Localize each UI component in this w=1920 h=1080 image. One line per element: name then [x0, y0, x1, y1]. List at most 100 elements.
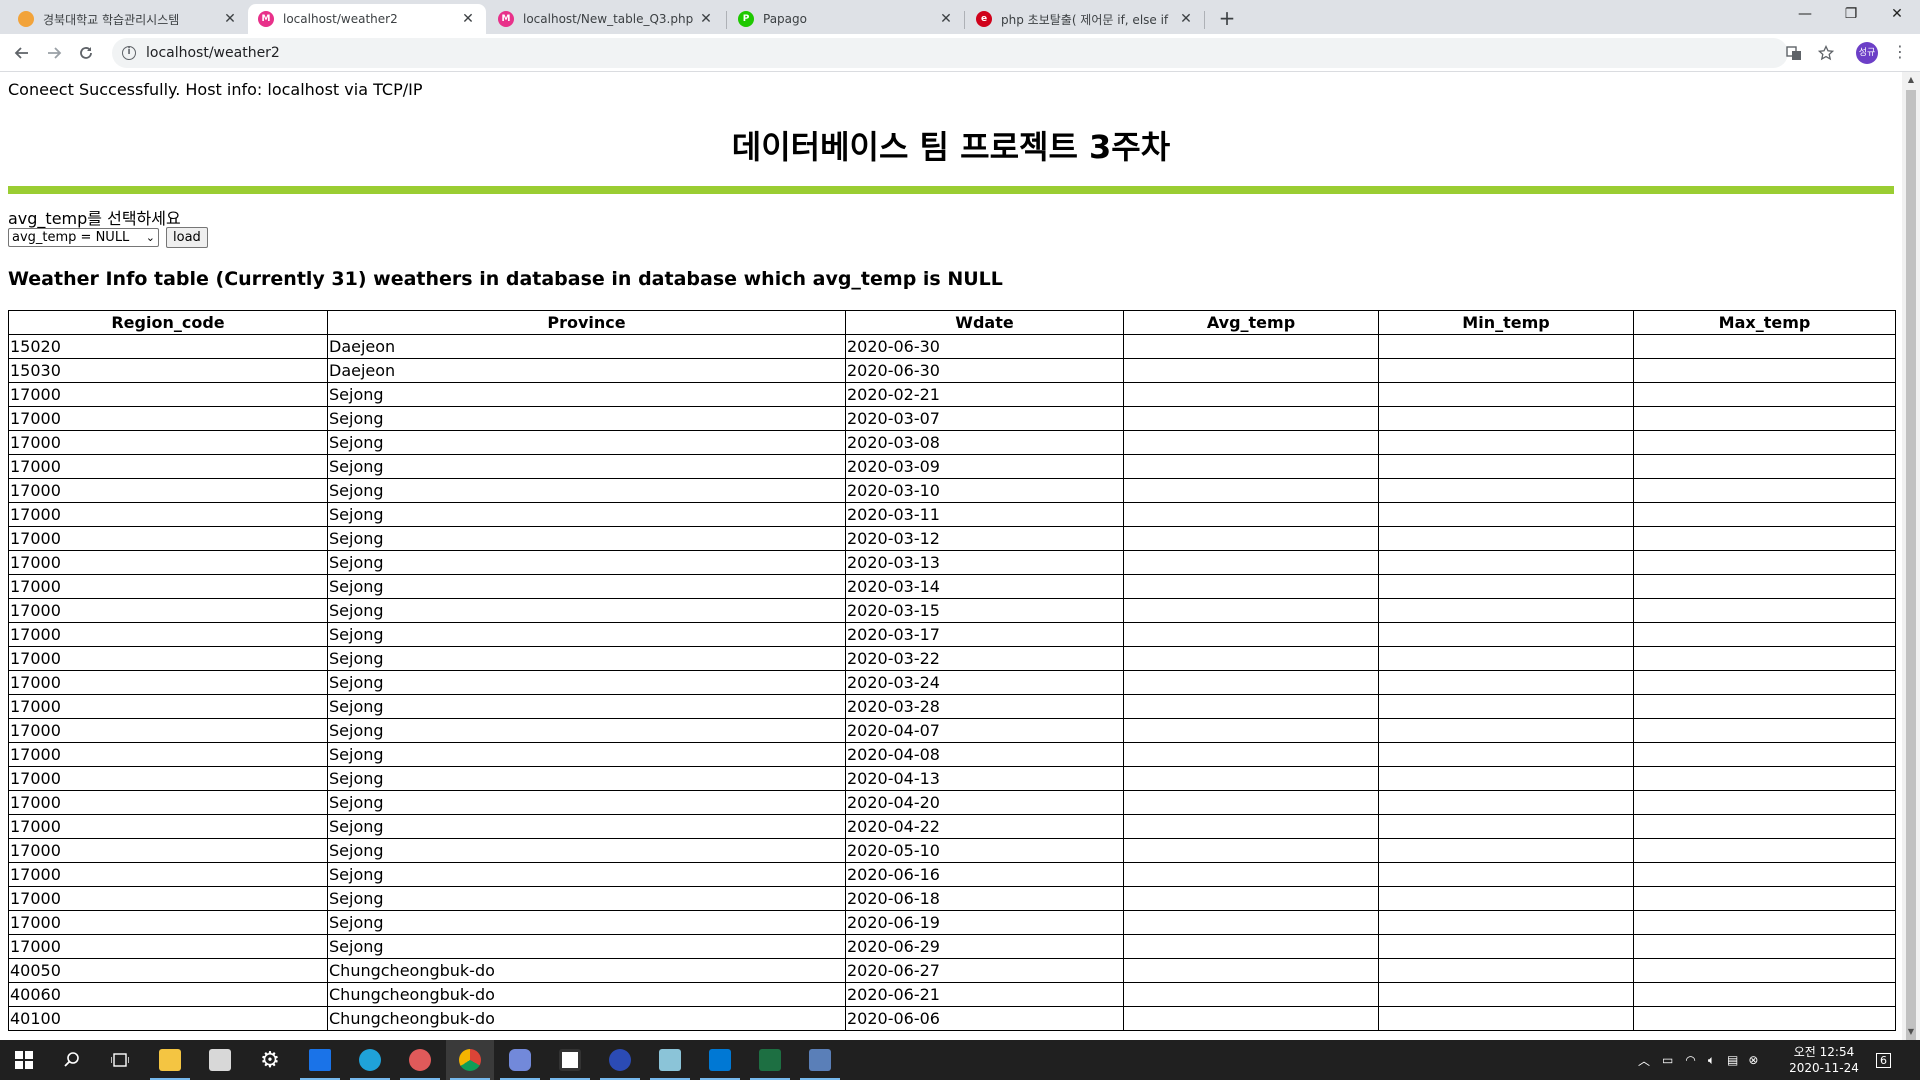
task-view-icon[interactable] [96, 1040, 144, 1080]
edge-icon[interactable] [346, 1040, 394, 1080]
table-cell [1633, 622, 1896, 647]
browser-tab-active[interactable]: M localhost/weather2 ✕ [248, 4, 486, 34]
table-cell: 2020-03-08 [845, 430, 1124, 455]
close-tab-icon[interactable]: ✕ [222, 11, 238, 27]
table-cell: 17000 [8, 766, 328, 791]
table-cell [1378, 910, 1634, 935]
close-tab-icon[interactable]: ✕ [698, 11, 714, 27]
file-explorer-icon[interactable] [146, 1040, 194, 1080]
avg-temp-select[interactable]: avg_temp = NULL ⌄ [8, 228, 159, 247]
table-cell [1378, 406, 1634, 431]
close-tab-icon[interactable]: ✕ [1178, 11, 1194, 27]
settings-icon[interactable]: ⚙ [246, 1040, 294, 1080]
table-cell [1378, 478, 1634, 503]
table-cell [1123, 622, 1379, 647]
app-window-icon[interactable] [546, 1040, 594, 1080]
notepad-icon[interactable] [646, 1040, 694, 1080]
app-icon[interactable] [396, 1040, 444, 1080]
table-cell: 17000 [8, 430, 328, 455]
minimize-button[interactable]: — [1782, 0, 1828, 30]
table-cell [1633, 742, 1896, 767]
table-row: 17000 Sejong 2020-04-22 [8, 814, 1896, 839]
table-cell: Sejong [327, 454, 846, 479]
site-info-icon[interactable]: i [122, 46, 136, 60]
close-tab-icon[interactable]: ✕ [938, 11, 954, 27]
table-cell: 17000 [8, 790, 328, 815]
browser-tab[interactable]: M localhost/New_table_Q3.php ✕ [488, 4, 724, 34]
table-cell [1633, 886, 1896, 911]
search-icon[interactable] [48, 1040, 96, 1080]
table-row: 17000 Sejong 2020-03-13 [8, 550, 1896, 575]
table-cell [1123, 598, 1379, 623]
calculator-icon[interactable] [796, 1040, 844, 1080]
discord-icon[interactable] [496, 1040, 544, 1080]
vscode-icon[interactable] [696, 1040, 744, 1080]
table-cell [1378, 694, 1634, 719]
table-cell [1378, 814, 1634, 839]
lms-favicon-icon [18, 11, 34, 27]
wifi-icon[interactable]: ◠ [1685, 1053, 1695, 1067]
table-cell: Chungcheongbuk-do [327, 1006, 846, 1031]
table-row: 17000 Sejong 2020-03-28 [8, 694, 1896, 719]
url-text: localhost/weather2 [146, 45, 280, 61]
table-row: 17000 Sejong 2020-03-17 [8, 622, 1896, 647]
browser-menu-icon[interactable]: ⋮ [1890, 42, 1910, 64]
windows-start-icon[interactable] [0, 1040, 48, 1080]
bookmark-star-icon[interactable] [1816, 43, 1836, 63]
system-tray: ︿ ▭ ◠ 🔈︎ ▤ ⊗ [1638, 1040, 1758, 1080]
table-cell [1378, 886, 1634, 911]
chevron-up-icon[interactable]: ︿ [1638, 1052, 1650, 1069]
restore-button[interactable]: ❐ [1828, 0, 1874, 30]
table-cell [1378, 742, 1634, 767]
table-cell [1633, 982, 1896, 1007]
table-cell [1633, 934, 1896, 959]
volume-icon[interactable]: 🔈︎ [1708, 1053, 1715, 1068]
keyboard-icon[interactable]: ▤ [1727, 1053, 1738, 1067]
browser-tab[interactable]: e php 초보탈출( 제어문 if, else if ✕ [966, 4, 1204, 34]
load-button[interactable]: load [166, 227, 208, 248]
table-cell [1123, 766, 1379, 791]
close-tab-icon[interactable]: ✕ [460, 11, 476, 27]
chrome-icon[interactable] [446, 1040, 494, 1080]
browser-tab[interactable]: P Papago ✕ [728, 4, 964, 34]
table-cell: Sejong [327, 694, 846, 719]
table-cell: Daejeon [327, 358, 846, 383]
taskbar-clock[interactable]: 오전 12:54 2020-11-24 [1784, 1044, 1864, 1076]
table-cell: 2020-02-21 [845, 382, 1124, 407]
forward-button[interactable] [40, 39, 68, 67]
table-cell: Sejong [327, 790, 846, 815]
new-tab-button[interactable]: + [1214, 5, 1240, 31]
ime-icon[interactable]: ⊗ [1748, 1053, 1758, 1067]
tab-title: localhost/New_table_Q3.php [523, 12, 694, 26]
browser-tab[interactable]: 경북대학교 학습관리시스템 ✕ [8, 4, 248, 34]
blog-favicon-icon: e [976, 11, 992, 27]
excel-icon[interactable] [746, 1040, 794, 1080]
store-icon[interactable] [196, 1040, 244, 1080]
table-cell [1123, 430, 1379, 455]
notification-center-icon[interactable]: 6 [1876, 1040, 1891, 1080]
back-button[interactable] [8, 39, 36, 67]
table-cell: Sejong [327, 502, 846, 527]
table-cell: 2020-04-08 [845, 742, 1124, 767]
address-bar[interactable]: i localhost/weather2 [112, 38, 1788, 68]
mail-icon[interactable] [296, 1040, 344, 1080]
battery-icon[interactable]: ▭ [1662, 1053, 1673, 1067]
scroll-thumb[interactable] [1906, 90, 1916, 1046]
table-row: 17000 Sejong 2020-04-07 [8, 718, 1896, 743]
page-scrollbar[interactable]: ▲ ▼ [1902, 72, 1920, 1046]
translate-icon[interactable] [1784, 43, 1804, 63]
table-row: 17000 Sejong 2020-06-19 [8, 910, 1896, 935]
table-cell: 2020-06-27 [845, 958, 1124, 983]
table-cell [1123, 886, 1379, 911]
scroll-up-icon[interactable]: ▲ [1902, 72, 1920, 88]
scroll-down-icon[interactable]: ▼ [1902, 1024, 1920, 1040]
profile-avatar[interactable]: 성규 [1856, 42, 1878, 64]
vpn-icon[interactable] [596, 1040, 644, 1080]
table-cell: Sejong [327, 670, 846, 695]
reload-button[interactable] [72, 39, 100, 67]
table-cell: Sejong [327, 718, 846, 743]
table-cell: 17000 [8, 670, 328, 695]
table-cell: 2020-03-13 [845, 550, 1124, 575]
close-window-button[interactable]: ✕ [1874, 0, 1920, 30]
table-cell: 17000 [8, 886, 328, 911]
